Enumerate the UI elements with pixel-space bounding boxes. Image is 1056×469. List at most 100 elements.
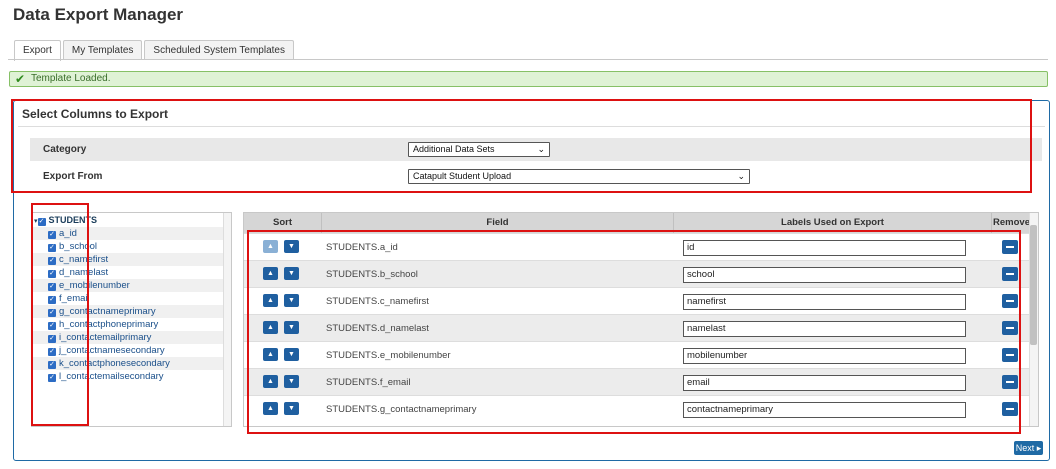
minus-icon[interactable] — [1002, 375, 1018, 389]
export-label-input[interactable]: mobilenumber — [683, 348, 966, 364]
tree-item[interactable]: ✓ i_contactemailprimary — [32, 331, 231, 344]
field-name: STUDENTS.b_school — [326, 269, 418, 280]
grid-header: Sort Field Labels Used on Export Remove — [244, 213, 1038, 233]
checkbox-icon[interactable]: ✓ — [48, 296, 56, 304]
scroll-thumb[interactable] — [1030, 225, 1037, 345]
arrow-down-icon[interactable]: ▼ — [284, 267, 299, 280]
tree-item[interactable]: ✓ c_namefirst — [32, 253, 231, 266]
minus-icon[interactable] — [1002, 294, 1018, 308]
checkbox-icon[interactable]: ✓ — [48, 361, 56, 369]
header-sort: Sort — [244, 213, 322, 233]
checkbox-icon[interactable]: ✓ — [48, 374, 56, 382]
table-row: ▲ ▼ STUDENTS.a_id id — [244, 233, 1038, 260]
select-columns-panel: Select Columns to Export Category Additi… — [13, 100, 1050, 461]
field-name: STUDENTS.d_namelast — [326, 323, 429, 334]
tree-item-label: a_id — [59, 228, 77, 239]
checkbox-icon[interactable]: ✓ — [48, 283, 56, 291]
collapse-icon[interactable]: ▾ — [34, 218, 38, 225]
arrow-up-icon[interactable]: ▲ — [263, 375, 278, 388]
tree-item-label: l_contactemailsecondary — [59, 371, 164, 382]
tree-item[interactable]: ✓ k_contactphonesecondary — [32, 357, 231, 370]
table-row: ▲ ▼ STUDENTS.d_namelast namelast — [244, 314, 1038, 341]
chevron-down-icon: ⌄ — [737, 171, 745, 181]
export-from-label: Export From — [43, 171, 103, 182]
category-label: Category — [43, 144, 87, 155]
tree-root-label: STUDENTS — [48, 215, 98, 225]
checkbox-icon[interactable]: ✓ — [48, 270, 56, 278]
arrow-up-icon[interactable]: ▲ — [263, 267, 278, 280]
arrow-down-icon[interactable]: ▼ — [284, 240, 299, 253]
tree-item[interactable]: ✓ e_mobilenumber — [32, 279, 231, 292]
export-label-input[interactable]: id — [683, 240, 966, 256]
tree-item-label: h_contactphoneprimary — [59, 319, 159, 330]
table-row: ▲ ▼ STUDENTS.f_email email — [244, 368, 1038, 395]
export-label-input[interactable]: namelast — [683, 321, 966, 337]
tree-item-label: g_contactnameprimary — [59, 306, 156, 317]
export-label-input[interactable]: contactnameprimary — [683, 402, 966, 418]
arrow-down-icon[interactable]: ▼ — [284, 402, 299, 415]
tree-item-label: i_contactemailprimary — [59, 332, 152, 343]
arrow-down-icon[interactable]: ▼ — [284, 294, 299, 307]
next-button[interactable]: Next ▸ — [1014, 441, 1043, 455]
field-name: STUDENTS.e_mobilenumber — [326, 350, 451, 361]
tab-my-templates[interactable]: My Templates — [62, 40, 143, 60]
export-label-input[interactable]: email — [683, 375, 966, 391]
tree-item-label: c_namefirst — [59, 254, 109, 265]
tree-item-label: d_namelast — [59, 267, 109, 278]
table-row: ▲ ▼ STUDENTS.b_school school — [244, 260, 1038, 287]
minus-icon[interactable] — [1002, 348, 1018, 362]
tree-item[interactable]: ✓ b_school — [32, 240, 231, 253]
tree-item-label: b_school — [59, 241, 98, 252]
table-row: ▲ ▼ STUDENTS.c_namefirst namefirst — [244, 287, 1038, 314]
tree-item-label: j_contactnamesecondary — [59, 345, 165, 356]
chevron-down-icon: ⌄ — [537, 144, 545, 154]
arrow-up-icon[interactable]: ▲ — [263, 402, 278, 415]
success-alert: ✔ Template Loaded. — [9, 71, 1048, 87]
export-from-row: Export From Catapult Student Upload ⌄ — [30, 165, 1042, 188]
export-label-input[interactable]: namefirst — [683, 294, 966, 310]
field-name: STUDENTS.f_email — [326, 377, 411, 388]
minus-icon[interactable] — [1002, 240, 1018, 254]
checkbox-icon[interactable]: ✓ — [48, 348, 56, 356]
tree-item[interactable]: ✓ j_contactnamesecondary — [32, 344, 231, 357]
header-remove: Remove — [993, 217, 1030, 228]
grid-scrollbar[interactable] — [1029, 213, 1038, 426]
tree-item[interactable]: ✓ f_email — [32, 292, 231, 305]
arrow-down-icon[interactable]: ▼ — [284, 348, 299, 361]
arrow-down-icon[interactable]: ▼ — [284, 321, 299, 334]
checkbox-icon[interactable]: ✓ — [48, 231, 56, 239]
check-icon: ✔ — [15, 72, 26, 86]
tree-item[interactable]: ✓ g_contactnameprimary — [32, 305, 231, 318]
columns-grid: Sort Field Labels Used on Export Remove … — [243, 212, 1039, 427]
tree-item[interactable]: ✓ d_namelast — [32, 266, 231, 279]
column-tree: ▾✓ STUDENTS ✓ a_id ✓ b_school ✓ c_namefirst ✓ d_… — [31, 212, 232, 427]
tree-root[interactable]: ▾✓ STUDENTS — [32, 213, 231, 227]
arrow-up-icon[interactable]: ▲ — [263, 294, 278, 307]
field-name: STUDENTS.c_namefirst — [326, 296, 429, 307]
alert-text: Template Loaded. — [31, 73, 111, 84]
header-field: Field — [322, 213, 674, 233]
export-label-input[interactable]: school — [683, 267, 966, 283]
arrow-up-icon[interactable]: ▲ — [263, 348, 278, 361]
category-select[interactable]: Additional Data Sets ⌄ — [408, 142, 550, 157]
export-from-select[interactable]: Catapult Student Upload ⌄ — [408, 169, 750, 184]
checkbox-icon[interactable]: ✓ — [48, 309, 56, 317]
checkbox-icon[interactable]: ✓ — [48, 244, 56, 252]
minus-icon[interactable] — [1002, 267, 1018, 281]
tab-scheduled-system-templates[interactable]: Scheduled System Templates — [144, 40, 294, 60]
checkbox-icon[interactable]: ✓ — [48, 335, 56, 343]
checkbox-icon[interactable]: ✓ — [37, 218, 46, 226]
arrow-up-icon[interactable]: ▲ — [263, 321, 278, 334]
tab-export[interactable]: Export — [14, 40, 61, 61]
tree-item[interactable]: ✓ h_contactphoneprimary — [32, 318, 231, 331]
tree-scrollbar[interactable] — [223, 213, 231, 426]
table-row: ▲ ▼ STUDENTS.g_contactnameprimary contactna… — [244, 395, 1038, 422]
tree-item[interactable]: ✓ a_id — [32, 227, 231, 240]
minus-icon[interactable] — [1002, 321, 1018, 335]
checkbox-icon[interactable]: ✓ — [48, 257, 56, 265]
arrow-up-icon[interactable]: ▲ — [263, 240, 278, 253]
minus-icon[interactable] — [1002, 402, 1018, 416]
checkbox-icon[interactable]: ✓ — [48, 322, 56, 330]
arrow-down-icon[interactable]: ▼ — [284, 375, 299, 388]
tree-item[interactable]: ✓ l_contactemailsecondary — [32, 370, 231, 383]
